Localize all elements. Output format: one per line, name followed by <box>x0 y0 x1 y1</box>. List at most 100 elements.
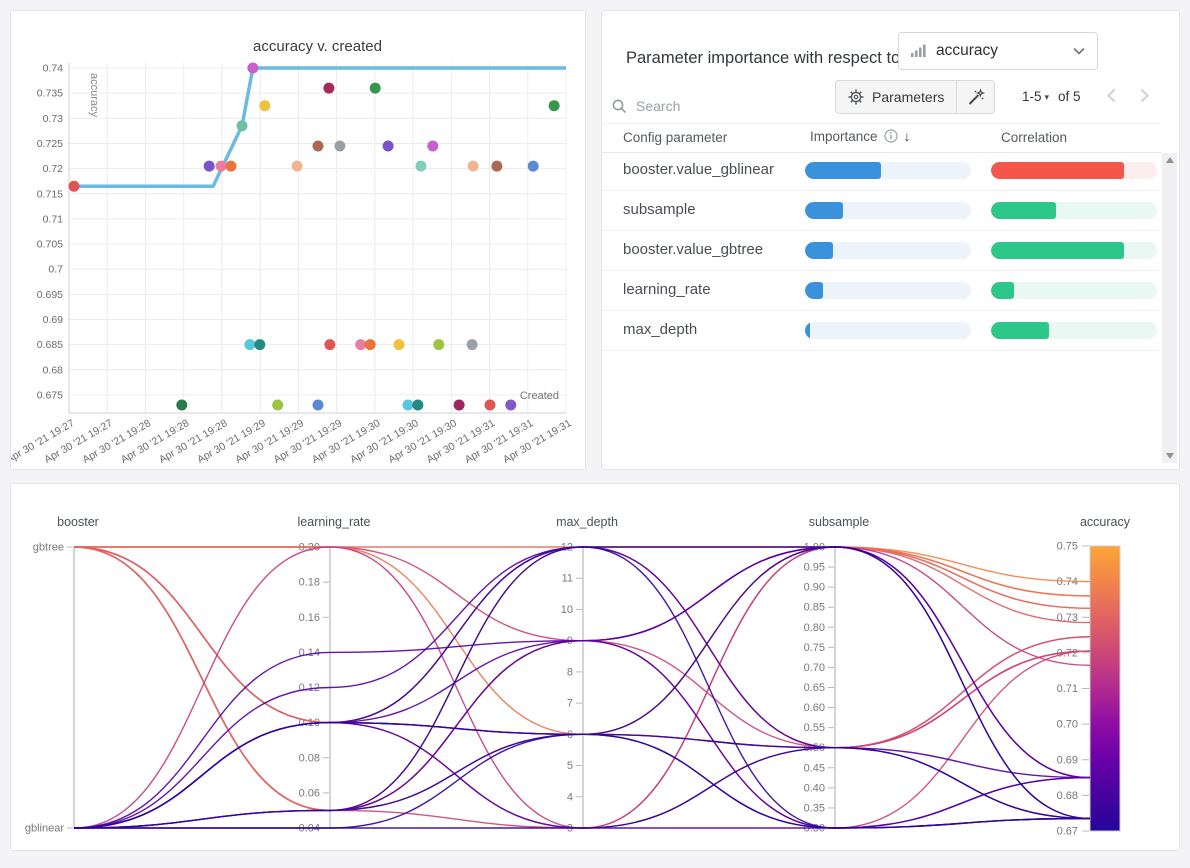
scatter-point[interactable] <box>254 339 265 350</box>
correlation-bar-track <box>991 242 1157 259</box>
run-line[interactable] <box>74 723 1090 828</box>
pagination-range[interactable]: 1-5 <box>1022 89 1042 104</box>
importance-bar-fill <box>805 202 843 219</box>
scatter-point[interactable] <box>292 161 303 172</box>
scroll-up-icon[interactable] <box>1166 157 1174 163</box>
table-row[interactable]: learning_rate <box>602 271 1161 311</box>
table-row[interactable]: booster.value_gblinear <box>602 151 1161 191</box>
parameters-button[interactable]: Parameters <box>836 81 956 113</box>
config-parameter-name: booster.value_gbtree <box>623 241 763 258</box>
scatter-point[interactable] <box>491 161 502 172</box>
table-row[interactable]: booster.value_gbtree <box>602 231 1161 271</box>
y-axis-label: accuracy <box>88 73 100 118</box>
run-line[interactable] <box>74 547 1090 828</box>
scatter-point[interactable] <box>412 400 423 411</box>
run-line[interactable] <box>74 547 1090 828</box>
run-line[interactable] <box>74 547 1090 810</box>
scatter-point[interactable] <box>204 161 215 172</box>
scatter-point[interactable] <box>259 100 270 111</box>
scatter-point[interactable] <box>454 400 465 411</box>
magic-wand-button[interactable] <box>956 81 994 113</box>
importance-bar-fill <box>805 322 810 339</box>
svg-text:0.715: 0.715 <box>37 188 63 200</box>
x-axis-label: Created <box>520 390 559 402</box>
run-line[interactable] <box>74 547 1090 828</box>
svg-text:0.80: 0.80 <box>804 622 825 634</box>
column-header-importance[interactable]: Importance ↓ <box>810 128 911 144</box>
table-row[interactable]: subsample <box>602 191 1161 231</box>
scatter-point[interactable] <box>313 141 324 152</box>
run-line[interactable] <box>74 547 1090 828</box>
axis-label-booster: booster <box>57 515 99 529</box>
scatter-point[interactable] <box>427 141 438 152</box>
run-line[interactable] <box>74 547 1090 828</box>
scatter-point[interactable] <box>467 339 478 350</box>
scatter-point[interactable] <box>313 400 324 411</box>
table-row[interactable]: max_depth <box>602 311 1161 351</box>
scatter-point[interactable] <box>528 161 539 172</box>
svg-text:0.71: 0.71 <box>43 213 64 225</box>
column-header-config-parameter[interactable]: Config parameter <box>623 130 727 145</box>
scatter-point[interactable] <box>176 400 187 411</box>
svg-text:0.68: 0.68 <box>1057 790 1078 802</box>
run-line[interactable] <box>74 547 1090 828</box>
scatter-point[interactable] <box>69 181 80 192</box>
scatter-point[interactable] <box>485 400 496 411</box>
run-line[interactable] <box>74 734 1090 828</box>
svg-text:0.45: 0.45 <box>804 762 825 774</box>
svg-text:0.16: 0.16 <box>299 612 320 624</box>
pagination-total: of 5 <box>1058 89 1081 104</box>
scatter-point[interactable] <box>370 83 381 94</box>
run-line[interactable] <box>74 547 1090 828</box>
info-icon[interactable] <box>884 129 898 143</box>
metric-selector-dropdown[interactable]: accuracy <box>898 32 1098 70</box>
scatter-point[interactable] <box>433 339 444 350</box>
scatter-point[interactable] <box>272 400 283 411</box>
scatter-point[interactable] <box>244 339 255 350</box>
scatter-point[interactable] <box>549 100 560 111</box>
scatter-point[interactable] <box>403 400 414 411</box>
scatter-point[interactable] <box>365 339 376 350</box>
scatter-point[interactable] <box>334 141 345 152</box>
scatter-point[interactable] <box>237 120 248 131</box>
search-input[interactable] <box>634 97 778 115</box>
sort-desc-icon[interactable]: ↓ <box>904 128 911 144</box>
svg-text:10: 10 <box>561 604 573 616</box>
importance-bar-fill <box>805 282 823 299</box>
svg-text:0.55: 0.55 <box>804 722 825 734</box>
scroll-down-icon[interactable] <box>1166 453 1174 459</box>
svg-text:0.685: 0.685 <box>37 339 63 351</box>
chevron-right-icon[interactable] <box>1140 88 1149 103</box>
scatter-point[interactable] <box>394 339 405 350</box>
scatter-point[interactable] <box>468 161 479 172</box>
run-line[interactable] <box>74 547 1090 828</box>
run-line[interactable] <box>74 547 1090 810</box>
scatter-point[interactable] <box>247 63 258 74</box>
run-line[interactable] <box>74 547 1090 810</box>
scatter-point[interactable] <box>226 161 237 172</box>
scatter-point[interactable] <box>323 83 334 94</box>
scatter-point[interactable] <box>505 400 516 411</box>
svg-text:0.72: 0.72 <box>43 163 64 175</box>
column-header-correlation[interactable]: Correlation <box>1001 130 1067 145</box>
run-line[interactable] <box>74 547 1090 828</box>
scatter-point[interactable] <box>355 339 366 350</box>
accuracy-vs-created-panel: 0.740.7350.730.7250.720.7150.710.7050.70… <box>10 10 586 470</box>
svg-text:0.90: 0.90 <box>804 582 825 594</box>
axis-label-max_depth: max_depth <box>556 515 618 529</box>
accuracy-colorbar[interactable] <box>1090 546 1120 831</box>
table-scrollbar[interactable] <box>1162 153 1177 463</box>
scatter-point[interactable] <box>216 161 227 172</box>
scatter-point[interactable] <box>415 161 426 172</box>
scatter-point[interactable] <box>324 339 335 350</box>
pagination[interactable]: 1-5 ▾ of 5 <box>1022 80 1081 112</box>
run-line[interactable] <box>74 547 1090 608</box>
importance-table-body: booster.value_gblinearsubsample booster.v… <box>602 151 1161 351</box>
scatter-point[interactable] <box>383 141 394 152</box>
search-box[interactable] <box>612 91 778 121</box>
panel-title: Parameter importance with respect to <box>626 49 900 68</box>
chevron-left-icon[interactable] <box>1107 88 1116 103</box>
run-line[interactable] <box>74 547 1090 828</box>
svg-text:0.18: 0.18 <box>299 577 320 589</box>
parameter-importance-panel: Parameter importance with respect to acc… <box>601 10 1180 470</box>
